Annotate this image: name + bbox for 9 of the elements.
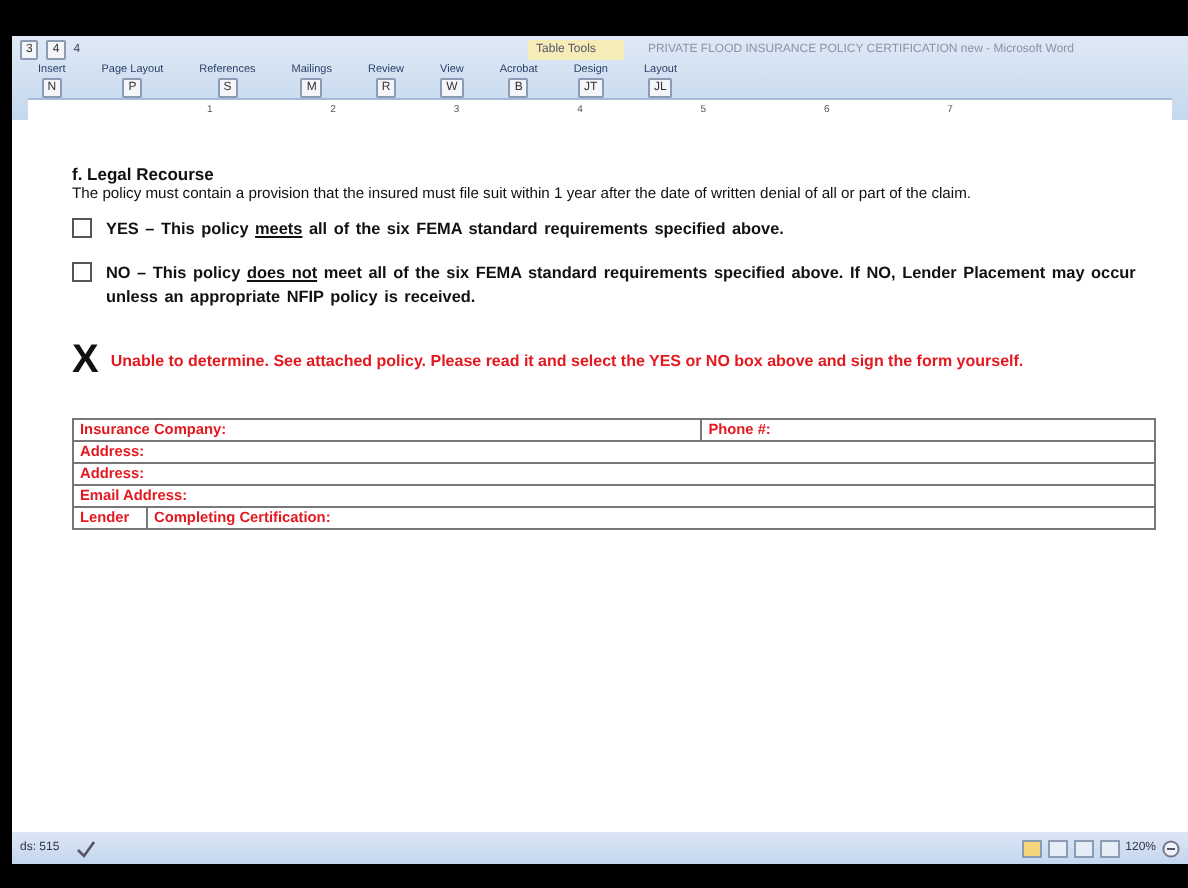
checkbox[interactable] [72,218,92,238]
section-heading: f. Legal Recourse [72,164,216,184]
zoom-out-icon[interactable] [1162,839,1180,857]
checkbox[interactable] [72,262,92,282]
option-text: YES – This policy meets all of the six FEMA standard requirements specified above. [106,218,784,242]
option-text: NO – This policy does not meet all of the six FEMA standard requirements specified above. If NO, Lender Placement may occur unless an appropriate NFIP policy is received. [106,262,1138,310]
note-text: Unable to determine. See attached policy. Please read it and select the YES or NO box above and sign the form yourself. [110,350,1024,372]
x-mark: X [72,342,99,378]
proofing-icon[interactable] [75,839,96,857]
